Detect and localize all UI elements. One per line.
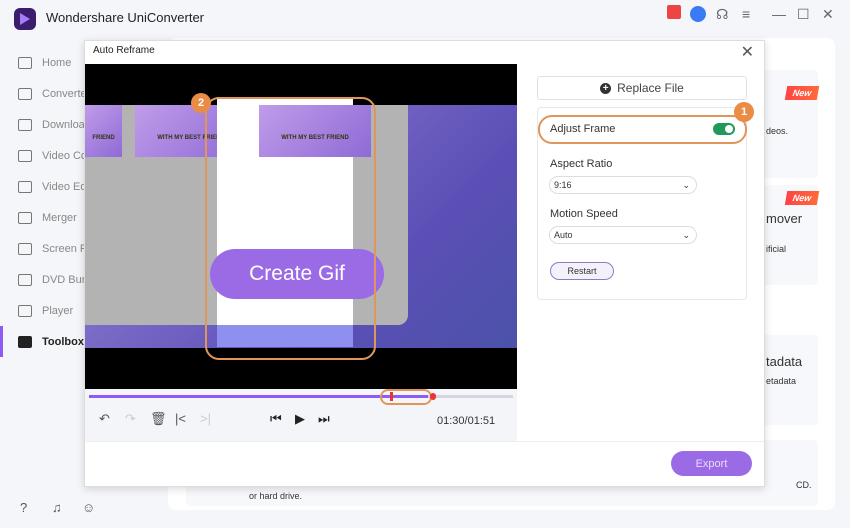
menu-icon[interactable]: ≡ [742, 6, 750, 22]
plus-icon: + [600, 82, 612, 94]
card-title: mover [766, 211, 803, 226]
motion-speed-label: Motion Speed [550, 208, 618, 220]
playhead[interactable] [430, 393, 436, 400]
maximize-icon[interactable]: ☐ [797, 6, 810, 23]
card-text: deos. [766, 126, 789, 136]
sidebar-label: Converter [42, 87, 86, 100]
sidebar-item-converter[interactable]: Converter [0, 78, 86, 109]
undo-icon[interactable]: ↶ [99, 411, 110, 427]
delete-icon[interactable]: 🗑 [150, 411, 167, 427]
app-title: Wondershare UniConverter [46, 10, 204, 25]
replace-file-button[interactable]: + Replace File [537, 76, 747, 100]
sidebar-item-home[interactable]: Home [0, 47, 86, 78]
trim-highlight [380, 389, 432, 405]
sidebar-item-merger[interactable]: Merger [0, 202, 86, 233]
feedback-icon[interactable]: ☺ [82, 500, 95, 515]
account-icon[interactable] [690, 6, 706, 22]
next-frame-icon[interactable]: ⏭ [318, 411, 330, 427]
export-button[interactable]: Export [671, 451, 752, 476]
thumbnail: FRIEND [85, 105, 122, 157]
replace-file-label: Replace File [617, 81, 684, 95]
auto-reframe-dialog: Auto Reframe ✕ FRIEND WITH MY BEST FRIEN… [84, 40, 765, 487]
notification-icon[interactable]: ♫ [52, 500, 62, 515]
redo-icon[interactable]: ↷ [125, 411, 136, 427]
callout-badge-1: 1 [734, 102, 754, 122]
mark-out-icon[interactable]: >| [200, 411, 211, 426]
sidebar-item-downloader[interactable]: Downloader [0, 109, 86, 140]
aspect-ratio-value: 9:16 [554, 180, 572, 190]
close-icon[interactable]: ✕ [822, 6, 834, 23]
dvd-icon [18, 273, 32, 286]
card-text: or hard drive. [249, 491, 303, 501]
sidebar-label: Merger [42, 211, 77, 224]
screen-record-icon [18, 242, 32, 255]
card-title: tadata [766, 354, 803, 369]
frame-highlight [205, 97, 376, 360]
motion-speed-select[interactable]: Auto ⌄ [549, 226, 697, 244]
sidebar-item-video-editor[interactable]: Video Editor [0, 171, 86, 202]
previous-frame-icon[interactable]: ⏮ [270, 411, 282, 427]
card-text: ificial [766, 244, 787, 254]
sidebar-label: Downloader [42, 118, 86, 131]
mark-in-icon[interactable]: |< [175, 411, 186, 426]
play-icon[interactable]: ▶ [295, 411, 305, 427]
sidebar-label: DVD Burner [42, 273, 86, 286]
video-preview: FRIEND WITH MY BEST FRIEND WITH MY BEST … [85, 64, 517, 389]
merge-icon [18, 211, 32, 224]
dialog-title: Auto Reframe [93, 45, 155, 56]
aspect-ratio-select[interactable]: 9:16 ⌄ [549, 176, 697, 194]
sidebar-label: Home [42, 56, 72, 69]
new-badge: New [784, 191, 820, 205]
home-icon [18, 56, 32, 69]
restart-button[interactable]: Restart [550, 262, 614, 280]
download-icon [18, 118, 32, 131]
time-display: 01:30/01:51 [437, 415, 496, 427]
sidebar-label: Player [42, 304, 74, 317]
help-icon[interactable]: ? [20, 500, 27, 515]
footer-divider [85, 441, 764, 442]
sidebar-label: Video Editor [42, 180, 86, 193]
gift-icon[interactable] [667, 5, 681, 19]
support-icon[interactable]: ☊ [716, 6, 728, 23]
minimize-icon[interactable]: — [772, 6, 786, 22]
timeline-track[interactable] [89, 395, 513, 398]
sidebar-label: Toolbox [42, 335, 84, 348]
dialog-close-icon[interactable]: ✕ [741, 42, 754, 62]
trim-start-handle[interactable] [390, 392, 393, 401]
converter-icon [18, 87, 32, 100]
chevron-down-icon: ⌄ [682, 179, 690, 190]
toolbox-icon [18, 335, 32, 348]
adjust-frame-label: Adjust Frame [550, 123, 616, 135]
sidebar-item-dvd-burner[interactable]: DVD Burner [0, 264, 86, 295]
card-text: CD. [796, 480, 812, 490]
sidebar-item-video-compressor[interactable]: Video Compressor [0, 140, 86, 171]
sidebar-label: Video Compressor [42, 149, 86, 162]
sidebar-item-toolbox[interactable]: Toolbox [0, 326, 86, 357]
sidebar-label: Screen Recorder [42, 242, 86, 255]
scissors-icon [18, 180, 32, 193]
adjust-frame-toggle[interactable] [713, 123, 735, 135]
sidebar-item-screen-recorder[interactable]: Screen Recorder [0, 233, 86, 264]
playback-controls: ↶ ↷ 🗑 |< >| ⏮ ▶ ⏭ 01:30/01:51 [85, 389, 517, 441]
compress-icon [18, 149, 32, 162]
sidebar-item-player[interactable]: Player [0, 295, 86, 326]
callout-badge-2: 2 [191, 93, 211, 113]
player-icon [18, 304, 32, 317]
motion-speed-value: Auto [554, 230, 573, 240]
new-badge: New [784, 86, 820, 100]
card-text: etadata [766, 376, 797, 386]
chevron-down-icon: ⌄ [682, 229, 690, 240]
timeline-progress [89, 395, 429, 398]
aspect-ratio-label: Aspect Ratio [550, 158, 613, 170]
app-logo [14, 8, 36, 30]
